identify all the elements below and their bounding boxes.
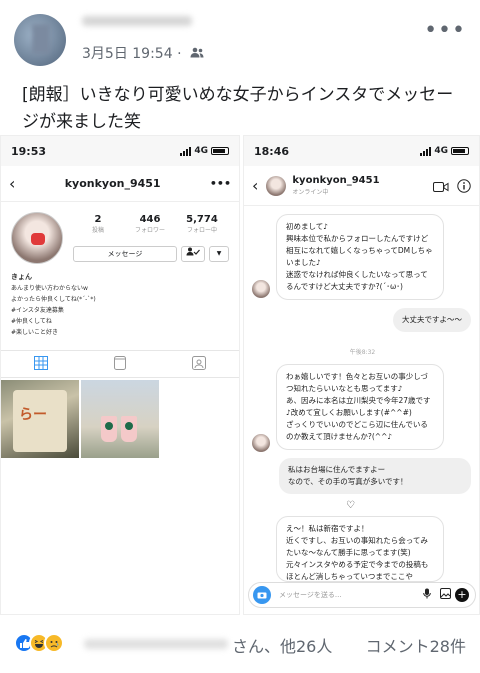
grid-post-thumbnail[interactable]	[81, 380, 159, 458]
bio-name: きょん	[11, 273, 32, 281]
stat-following[interactable]: 5,774 フォロー中	[177, 214, 227, 234]
profile-tabs	[1, 350, 239, 378]
tagged-icon[interactable]	[192, 355, 206, 374]
reaction-count[interactable]: さん、他26人	[232, 633, 332, 657]
post-timestamp[interactable]: 3月5日 19:54	[82, 46, 173, 62]
message-timestamp: 午後8:32	[349, 349, 376, 356]
sad-reaction-icon	[44, 633, 64, 653]
sender-avatar	[252, 434, 270, 452]
profile-more-icon[interactable]: •••	[210, 177, 231, 190]
battery-icon	[451, 147, 469, 155]
incoming-message[interactable]: 初めまして♪ 興味本位で私からフォローしたんですけど相互になれて嬉しくなっちゃって…	[276, 214, 444, 300]
status-bar: 18:46 4G	[244, 136, 479, 166]
dm-header: ‹ kyonkyon_9451 オンライン中	[244, 166, 479, 206]
message-button[interactable]: メッセージ	[73, 246, 177, 262]
back-chevron-icon[interactable]: ‹	[9, 174, 15, 193]
microphone-icon[interactable]	[419, 588, 435, 602]
signal-icon	[420, 146, 432, 156]
message-input[interactable]: メッセージを送る...	[279, 590, 417, 600]
battery-icon	[211, 147, 229, 155]
grid-view-icon[interactable]	[34, 355, 48, 374]
author-avatar[interactable]	[14, 14, 66, 66]
status-bar: 19:53 4G	[1, 136, 239, 166]
following-button[interactable]	[181, 246, 205, 262]
dm-avatar[interactable]	[266, 175, 287, 196]
bio-line: よかったら仲良くしてね(*´-`*)	[11, 296, 96, 303]
friends-privacy-icon	[190, 46, 204, 62]
sender-avatar	[252, 280, 270, 298]
igtv-icon[interactable]	[114, 355, 126, 374]
message-composer[interactable]: メッセージを送る... +	[248, 582, 476, 608]
camera-icon[interactable]	[253, 586, 271, 604]
comment-count[interactable]: コメント28件	[366, 633, 466, 657]
post-body-text: [朗報］いきなり可愛いめな女子からインスタでメッセージが来ました笑	[22, 85, 454, 132]
incoming-message[interactable]: わぁ嬉しいです！色々とお互いの事少しづつ知れたらいいなとも思ってます♪ あ、因みに…	[276, 364, 444, 450]
author-name-redacted[interactable]	[82, 16, 192, 26]
profile-header: ‹ kyonkyon_9451 •••	[1, 166, 239, 202]
gallery-icon[interactable]	[437, 588, 453, 602]
instagram-profile-screenshot[interactable]: 19:53 4G ‹ kyonkyon_9451 ••• 2 投稿 446 フォ…	[0, 135, 240, 615]
reactor-names-redacted[interactable]	[84, 639, 228, 649]
signal-icon	[180, 146, 192, 156]
bio-hashtag[interactable]: #仲良くしてね	[11, 316, 229, 327]
reactions-bar: さん、他26人 コメント28件	[0, 625, 480, 665]
info-icon[interactable]	[457, 178, 471, 197]
heart-sticker-icon	[31, 233, 45, 245]
post-grid: らー	[1, 378, 239, 458]
online-status: オンライン中	[292, 189, 329, 196]
suggestions-dropdown-icon[interactable]: ▼	[209, 246, 229, 262]
outgoing-message[interactable]: 大丈夫ですよ〜〜	[393, 308, 471, 332]
instagram-dm-screenshot[interactable]: 18:46 4G ‹ kyonkyon_9451 オンライン中 初めまして♪ 興…	[243, 135, 480, 615]
package-label: らー	[19, 407, 47, 423]
stat-followers[interactable]: 446 フォロワー	[125, 214, 175, 234]
add-icon[interactable]: +	[455, 588, 469, 602]
status-time: 19:53	[11, 144, 47, 158]
incoming-message[interactable]: え〜！私は新宿ですよ！ 近くですし、お互いの事知れたら会ってみたいな〜なんて勝手に…	[276, 516, 444, 582]
profile-bio: きょん あんまり使い方わからないw よかったら仲良くしてね(*´-`*) #イン…	[1, 272, 239, 338]
back-chevron-icon[interactable]: ‹	[252, 176, 258, 195]
bio-hashtag[interactable]: #インスタ友達募集	[11, 305, 229, 316]
post-meta: 3月5日 19:54 ·	[82, 43, 204, 63]
outgoing-message[interactable]: 私はお台場に住んでますよー なので、その手の写真が多いです！	[279, 458, 471, 494]
status-time: 18:46	[254, 144, 290, 158]
bio-line: あんまり使い方わからないw	[11, 285, 88, 292]
network-type: 4G	[434, 146, 448, 156]
dm-username[interactable]: kyonkyon_9451	[292, 175, 379, 187]
heart-reaction-icon: ♡	[346, 500, 355, 511]
profile-username: kyonkyon_9451	[64, 177, 161, 190]
facebook-post: 3月5日 19:54 · ••• [朗報］いきなり可愛いめな女子からインスタでメ…	[0, 0, 480, 673]
post-options-icon[interactable]: •••	[424, 20, 466, 42]
profile-avatar[interactable]	[11, 212, 63, 264]
bio-hashtag[interactable]: #楽しいこと好き	[11, 327, 229, 338]
stat-posts[interactable]: 2 投稿	[73, 214, 123, 234]
grid-post-thumbnail[interactable]: らー	[1, 380, 79, 458]
video-call-icon[interactable]	[433, 178, 449, 197]
network-type: 4G	[194, 146, 208, 156]
reaction-icons[interactable]	[14, 633, 64, 653]
message-reaction: ♡	[346, 500, 355, 511]
